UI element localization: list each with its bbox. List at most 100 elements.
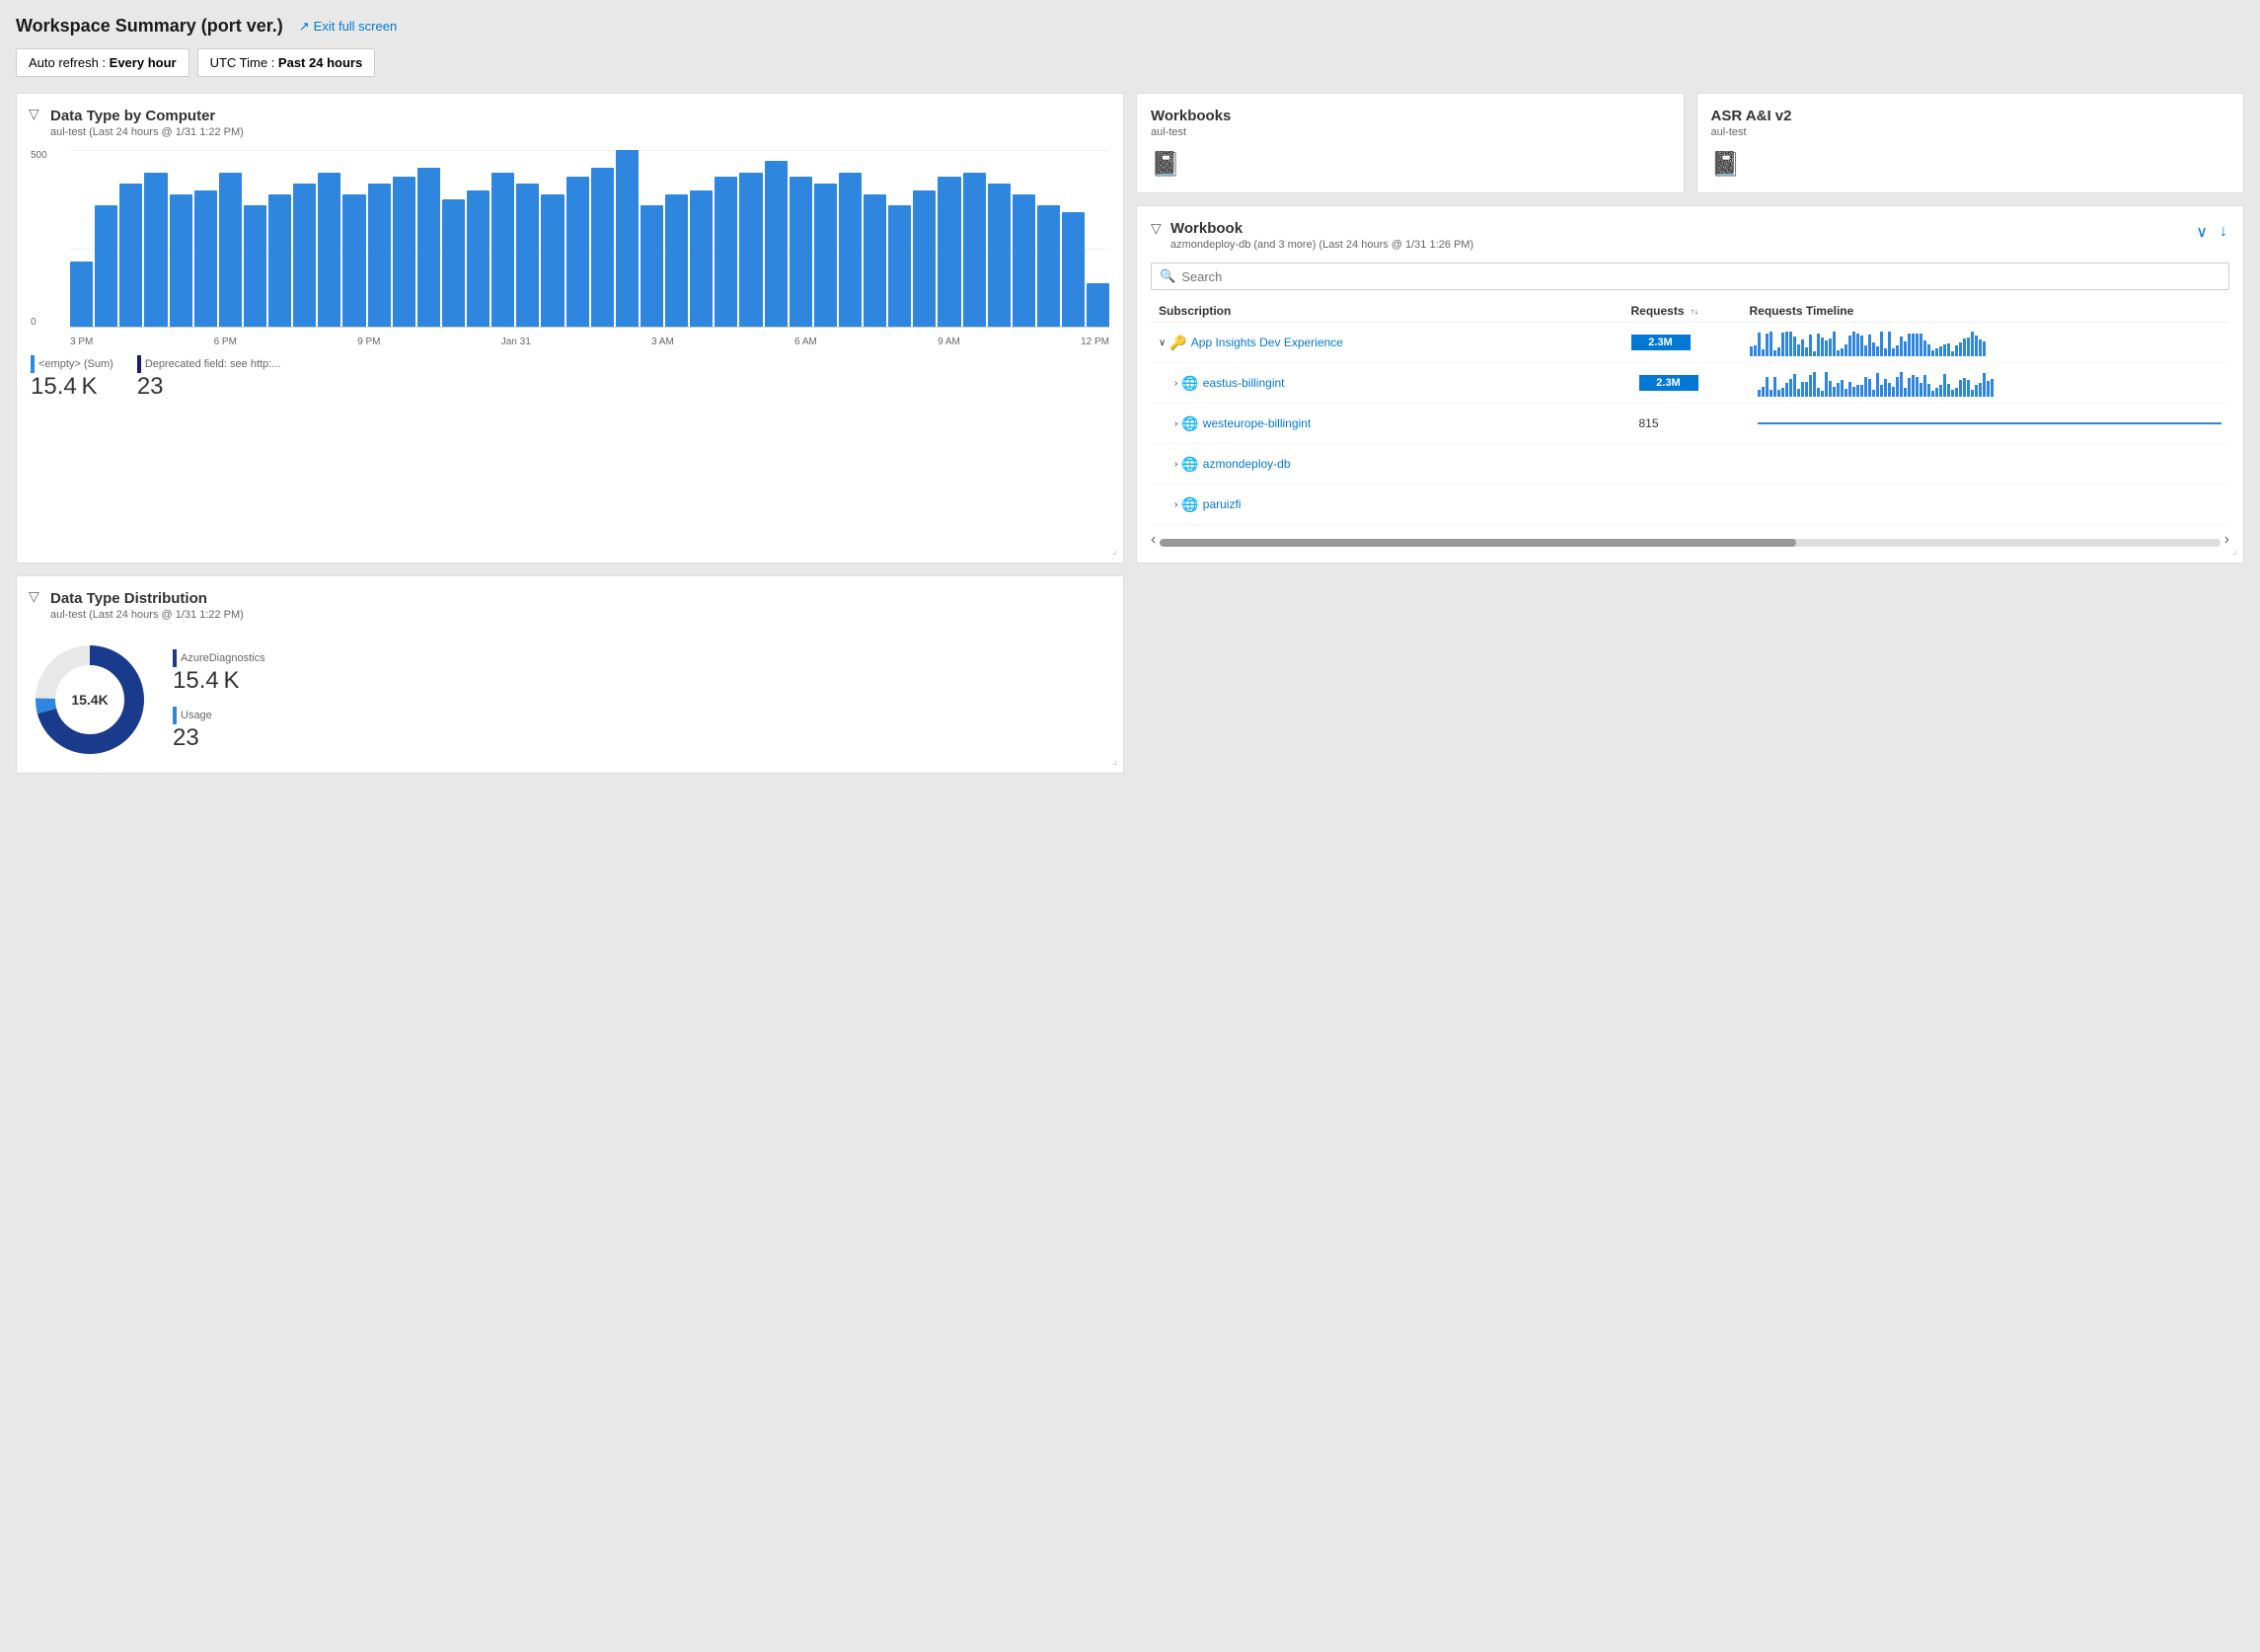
expand-icon[interactable]: › bbox=[1174, 418, 1177, 429]
data-type-panel: ▽ Data Type by Computer aul-test (Last 2… bbox=[16, 93, 1124, 563]
requests-cell-app-insights: 2.3M bbox=[1631, 335, 1750, 350]
bar bbox=[119, 184, 142, 328]
row-app-insights[interactable]: ∨ 🔑 App Insights Dev Experience bbox=[1159, 335, 1631, 351]
bar bbox=[1087, 283, 1109, 328]
stat-deprecated: Deprecated field: see http:... 23 bbox=[137, 355, 281, 399]
mini-bar bbox=[1951, 351, 1954, 356]
sort-requests-icon[interactable]: ↑↓ bbox=[1691, 308, 1698, 316]
mini-bar bbox=[1837, 350, 1840, 356]
mini-bar bbox=[1845, 344, 1847, 356]
mini-bar bbox=[1805, 382, 1808, 397]
scroll-right-button[interactable]: › bbox=[2224, 531, 2229, 549]
bar bbox=[814, 184, 837, 328]
horizontal-scroll[interactable]: ‹ › bbox=[1151, 531, 2229, 549]
expand-icon[interactable]: › bbox=[1174, 459, 1177, 470]
stat-color-empty bbox=[31, 355, 35, 373]
data-type-dist-title: Data Type Distribution bbox=[50, 590, 1109, 607]
expand-icon: ↗ bbox=[299, 19, 310, 35]
table-row[interactable]: › 🌐 azmondeploy-db bbox=[1151, 444, 2229, 485]
exit-fullscreen-link[interactable]: ↗ Exit full screen bbox=[299, 19, 397, 35]
utc-time-button[interactable]: UTC Time : Past 24 hours bbox=[197, 48, 376, 77]
mini-bar bbox=[1852, 387, 1855, 397]
mini-bar bbox=[1864, 345, 1867, 356]
table-row[interactable]: › 🌐 paruizfi bbox=[1151, 485, 2229, 525]
mini-bar bbox=[1967, 380, 1970, 397]
mini-bar bbox=[1927, 344, 1930, 356]
mini-bar bbox=[1785, 332, 1788, 356]
expand-icon[interactable]: › bbox=[1174, 378, 1177, 389]
mini-bar bbox=[1833, 387, 1836, 397]
stat-empty: <empty> (Sum) 15.4 K bbox=[31, 355, 113, 399]
row-azmondeploy[interactable]: › 🌐 azmondeploy-db bbox=[1174, 456, 1639, 473]
mini-bar bbox=[1848, 382, 1851, 397]
search-input[interactable] bbox=[1181, 269, 2221, 284]
mini-bar bbox=[1841, 348, 1844, 356]
mini-chart-app-insights bbox=[1750, 329, 2222, 356]
workbooks-row: Workbooks aul-test 📓 ASR A&I v2 aul-test… bbox=[1136, 93, 2244, 193]
bar bbox=[467, 190, 490, 329]
mini-bar bbox=[1904, 341, 1907, 356]
table-row[interactable]: › 🌐 westeurope-billingint 815 bbox=[1151, 404, 2229, 444]
stat-value-empty: 15.4 K bbox=[31, 375, 113, 399]
search-bar[interactable]: 🔍 bbox=[1151, 263, 2229, 290]
mini-bar bbox=[1762, 387, 1765, 397]
bar bbox=[244, 205, 266, 328]
scrollbar-thumb[interactable] bbox=[1160, 539, 1796, 547]
mini-bar bbox=[1793, 374, 1796, 397]
mini-bar bbox=[1754, 345, 1757, 357]
bar bbox=[640, 205, 663, 328]
bar bbox=[417, 168, 440, 328]
workbook-filter-icon: ▽ bbox=[1151, 220, 1162, 237]
mini-bar bbox=[1773, 350, 1776, 356]
table-row[interactable]: ∨ 🔑 App Insights Dev Experience 2.3M bbox=[1151, 323, 2229, 363]
bar bbox=[393, 177, 415, 328]
mini-bar bbox=[1856, 334, 1859, 357]
row-paruizfi[interactable]: › 🌐 paruizfi bbox=[1174, 496, 1639, 513]
mini-bar bbox=[1852, 332, 1855, 356]
mini-bar bbox=[1833, 332, 1836, 356]
mini-bar bbox=[1912, 334, 1915, 356]
chevron-down-button[interactable]: ∨ bbox=[2194, 220, 2210, 244]
bar bbox=[616, 150, 639, 328]
legend-usage: Usage 23 bbox=[173, 707, 265, 750]
bar bbox=[268, 194, 291, 328]
mini-bar bbox=[1860, 336, 1863, 356]
mini-bar bbox=[1758, 333, 1761, 356]
auto-refresh-button[interactable]: Auto refresh : Every hour bbox=[16, 48, 189, 77]
expand-icon[interactable]: › bbox=[1174, 499, 1177, 510]
scroll-left-button[interactable]: ‹ bbox=[1151, 531, 1156, 549]
mini-bar bbox=[1848, 336, 1851, 356]
bar bbox=[566, 177, 589, 328]
mini-bar bbox=[1868, 335, 1871, 356]
table-header: Subscription Requests ↑↓ Requests Timeli… bbox=[1151, 300, 2229, 323]
asr-icon[interactable]: 📓 bbox=[1711, 150, 2230, 179]
donut-label: 15.4K bbox=[71, 692, 108, 708]
bar bbox=[491, 173, 514, 329]
workbooks-icon[interactable]: 📓 bbox=[1151, 150, 1670, 179]
mini-bar bbox=[1766, 377, 1769, 397]
legend-azure-diagnostics: AzureDiagnostics 15.4 K bbox=[173, 649, 265, 693]
bar bbox=[913, 190, 936, 329]
x-axis-labels: 3 PM 6 PM 9 PM Jan 31 3 AM 6 AM 9 AM 12 … bbox=[70, 337, 1109, 347]
table-row[interactable]: › 🌐 eastus-billingint 2.3M bbox=[1151, 363, 2229, 404]
mini-bar bbox=[1789, 379, 1792, 397]
row-eastus[interactable]: › 🌐 eastus-billingint bbox=[1174, 375, 1639, 392]
mini-bar bbox=[1825, 372, 1828, 397]
download-button[interactable]: ↓ bbox=[2218, 220, 2229, 244]
bar bbox=[690, 190, 713, 329]
mini-bar bbox=[1801, 382, 1804, 397]
bar bbox=[293, 184, 316, 328]
legend-color-usage bbox=[173, 707, 177, 724]
bar bbox=[839, 173, 862, 329]
mini-bar bbox=[1860, 385, 1863, 397]
bar bbox=[219, 173, 242, 329]
mini-bar bbox=[1888, 332, 1891, 356]
mini-bar bbox=[1983, 341, 1986, 356]
scrollbar-track[interactable] bbox=[1160, 539, 2220, 547]
row-westeurope[interactable]: › 🌐 westeurope-billingint bbox=[1174, 415, 1639, 432]
requests-badge-app-insights: 2.3M bbox=[1631, 335, 1691, 350]
mini-bar bbox=[1758, 390, 1761, 397]
mini-bar bbox=[1821, 338, 1824, 356]
collapse-icon[interactable]: ∨ bbox=[1159, 338, 1166, 348]
legend-value-azure: 15.4 K bbox=[173, 669, 265, 693]
